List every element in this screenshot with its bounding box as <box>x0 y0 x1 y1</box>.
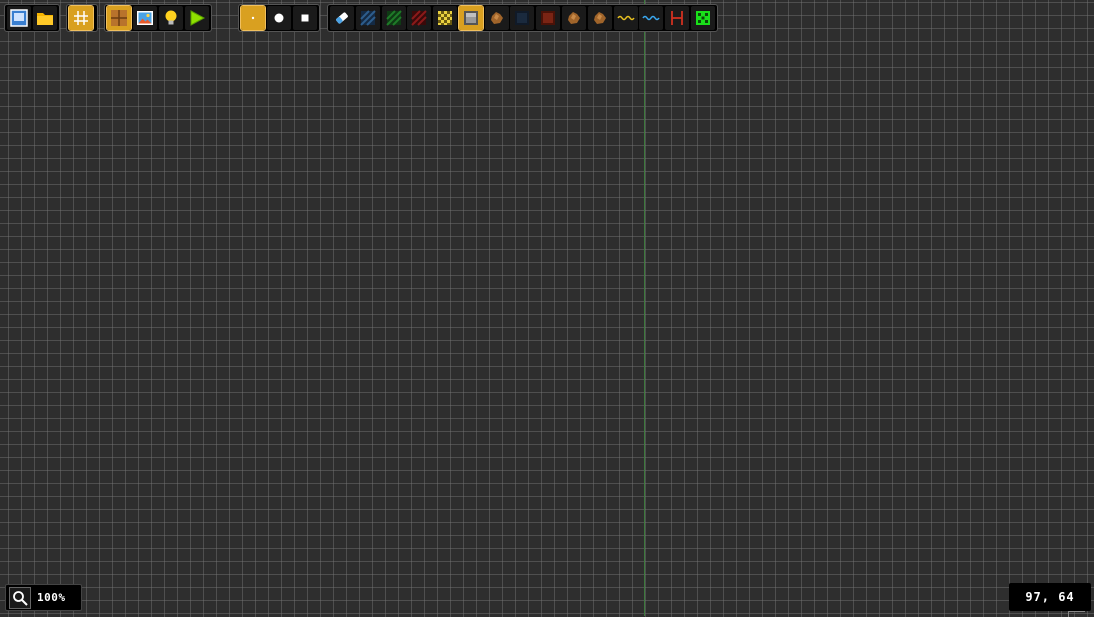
vertical-axis-line <box>644 0 645 616</box>
brown-rock-icon <box>593 12 606 24</box>
open-button[interactable] <box>33 6 57 30</box>
stone-block-icon <box>463 11 478 25</box>
tile-red-block-button[interactable] <box>536 6 561 30</box>
eraser-button[interactable] <box>330 6 354 30</box>
dark-blue-block-icon <box>515 11 530 25</box>
green-dice-icon <box>695 11 710 25</box>
background-layer-button[interactable] <box>133 6 157 30</box>
lights-layer-button[interactable] <box>159 6 183 30</box>
tile-green-hatch-button[interactable] <box>381 6 406 30</box>
yellow-wave-icon <box>616 15 635 21</box>
circle-icon <box>274 13 284 23</box>
square-icon <box>301 14 309 22</box>
image-icon <box>137 11 153 25</box>
zoom-button[interactable] <box>9 586 31 609</box>
brush-point-button[interactable] <box>240 5 266 31</box>
file-toolbar-group <box>4 4 60 32</box>
grid-icon <box>74 11 88 25</box>
tile-yellow-checker-button[interactable] <box>433 6 458 30</box>
tile-blue-wave-button[interactable] <box>639 6 664 30</box>
tile-yellow-wave-button[interactable] <box>613 6 638 30</box>
grid-toolbar-group <box>66 4 98 32</box>
tile-palette-group <box>327 4 718 32</box>
brush-square-button[interactable] <box>293 6 317 30</box>
save-button[interactable] <box>7 6 31 30</box>
tile-dark-blue-button[interactable] <box>510 6 535 30</box>
red-hatch-icon <box>411 10 428 26</box>
tile-brown-rock-button[interactable] <box>484 6 509 30</box>
view-toolbar-group <box>104 4 212 32</box>
tiles-icon <box>111 10 127 26</box>
lightbulb-icon <box>165 10 177 25</box>
tile-red-ladder-button[interactable] <box>665 6 690 30</box>
point-icon <box>251 16 255 20</box>
brown-rock-icon <box>490 12 503 24</box>
tiles-layer-button[interactable] <box>106 5 132 31</box>
tile-blue-hatch-button[interactable] <box>355 6 380 30</box>
brown-rock-icon <box>568 12 581 24</box>
zoom-indicator: 100% <box>5 584 82 611</box>
play-icon <box>190 10 206 26</box>
red-block-icon <box>541 11 556 25</box>
magnifier-icon <box>13 590 28 606</box>
cursor-coordinates: 97, 64 <box>1009 583 1091 611</box>
tile-brown-rock-3-button[interactable] <box>587 6 612 30</box>
yellow-checker-icon <box>438 11 453 25</box>
tile-brown-rock-2-button[interactable] <box>562 6 587 30</box>
save-icon <box>10 9 28 27</box>
blue-wave-icon <box>642 15 660 21</box>
tile-green-dice-button[interactable] <box>690 6 715 30</box>
green-hatch-icon <box>385 10 402 26</box>
brush-toolbar-group <box>238 4 320 32</box>
grid-toggle-button[interactable] <box>68 5 94 31</box>
tile-stone-button[interactable] <box>457 5 484 31</box>
tile-red-hatch-button[interactable] <box>407 6 432 30</box>
brush-circle-button[interactable] <box>267 6 291 30</box>
resize-corner <box>1068 611 1085 617</box>
folder-icon <box>37 13 53 25</box>
blue-hatch-icon <box>360 10 376 26</box>
red-ladder-icon <box>671 11 684 25</box>
eraser-icon <box>336 12 348 24</box>
play-button[interactable] <box>185 6 209 30</box>
zoom-level: 100% <box>37 591 66 604</box>
